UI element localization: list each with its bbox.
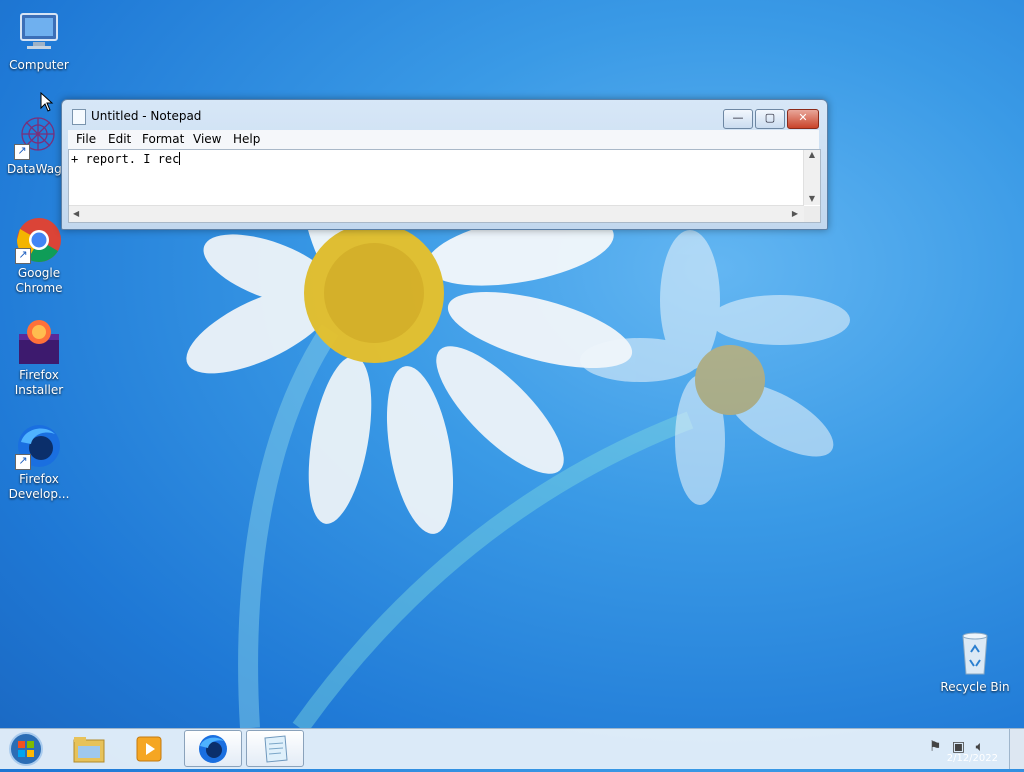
- menu-bar: File Edit Format View Help: [68, 130, 819, 149]
- minimize-button[interactable]: —: [723, 109, 753, 129]
- maximize-button[interactable]: ▢: [755, 109, 785, 129]
- title-bar[interactable]: Untitled - Notepad — ▢ ✕: [62, 100, 827, 130]
- menu-edit[interactable]: Edit: [108, 132, 131, 146]
- taskbar-file-explorer[interactable]: [60, 730, 118, 767]
- editor-content[interactable]: + report. I rec: [71, 152, 179, 166]
- firefox-installer-icon: [15, 318, 63, 366]
- desktop-icon-label: Google Chrome: [15, 266, 63, 295]
- recycle-bin-icon: [951, 630, 999, 678]
- window-title: Untitled - Notepad: [91, 109, 202, 123]
- taskbar-firefox[interactable]: [184, 730, 242, 767]
- computer-icon: [15, 8, 63, 56]
- shortcut-arrow-icon: ↗: [14, 144, 30, 160]
- mouse-cursor-icon: [40, 92, 54, 112]
- vertical-scrollbar[interactable]: ▲ ▼: [803, 150, 820, 205]
- desktop-icon-label: Firefox Develop...: [8, 472, 70, 501]
- notepad-icon: [264, 734, 288, 763]
- scroll-up-arrow-icon[interactable]: ▲: [804, 150, 820, 159]
- desktop-icon-label: Computer: [9, 58, 69, 72]
- menu-format[interactable]: Format: [142, 132, 184, 146]
- firefox-developer-icon: ↗: [15, 422, 63, 470]
- scroll-down-arrow-icon[interactable]: ▼: [804, 194, 820, 203]
- scroll-right-arrow-icon[interactable]: ▶: [792, 209, 798, 218]
- desktop-icon-label: Firefox Installer: [14, 368, 64, 397]
- desktop-icon-firefox-installer[interactable]: Firefox Installer: [3, 318, 75, 398]
- notepad-icon: [72, 109, 86, 125]
- clock[interactable]: 2/12/2022: [947, 753, 998, 764]
- taskbar: ⚑ ▣ 🔈︎ 2/12/2022: [0, 728, 1024, 769]
- media-player-icon: [136, 736, 162, 761]
- desktop-icon-recycle-bin[interactable]: Recycle Bin: [939, 630, 1011, 695]
- text-caret: [179, 152, 181, 165]
- shortcut-arrow-icon: ↗: [15, 454, 31, 470]
- menu-view[interactable]: View: [193, 132, 221, 146]
- taskbar-notepad[interactable]: [246, 730, 304, 767]
- taskbar-media-player[interactable]: [120, 730, 178, 767]
- shortcut-arrow-icon: ↗: [15, 248, 31, 264]
- menu-help[interactable]: Help: [233, 132, 260, 146]
- show-desktop-button[interactable]: [1009, 729, 1024, 769]
- desktop-icon-firefox-developer[interactable]: ↗ Firefox Develop...: [3, 422, 75, 502]
- firefox-icon: [199, 734, 227, 763]
- notepad-window[interactable]: Untitled - Notepad — ▢ ✕ File Edit Forma…: [61, 99, 828, 230]
- resize-grip-icon[interactable]: [804, 206, 820, 222]
- chrome-icon: ↗: [15, 216, 63, 264]
- windows-orb-icon: [9, 732, 43, 766]
- desktop-icon-computer[interactable]: Computer: [3, 8, 75, 73]
- desktop-icon-label: Recycle Bin: [940, 680, 1010, 694]
- action-center-flag-icon[interactable]: ⚑: [929, 739, 942, 755]
- scroll-left-arrow-icon[interactable]: ◀: [73, 209, 79, 218]
- folder-icon: [73, 736, 105, 762]
- start-button[interactable]: [6, 730, 46, 768]
- menu-file[interactable]: File: [76, 132, 96, 146]
- text-editor[interactable]: + report. I rec ▲ ▼ ◀ ▶: [68, 149, 821, 223]
- close-button[interactable]: ✕: [787, 109, 819, 129]
- datawagon-icon: ↗: [14, 112, 62, 160]
- horizontal-scrollbar[interactable]: ◀ ▶: [69, 205, 804, 222]
